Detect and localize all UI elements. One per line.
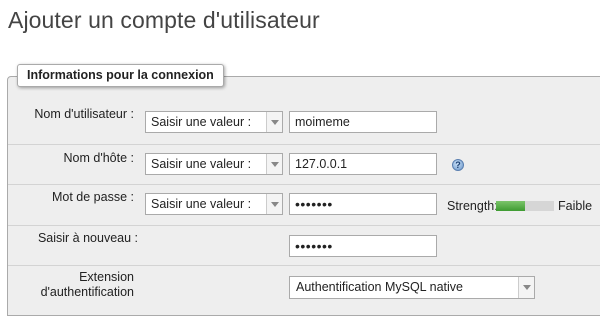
auth-plugin-label-line1: Extension (79, 270, 134, 284)
strength-label: Strength: (447, 199, 498, 213)
hostname-type-select-value: Saisir une valeur : (151, 157, 252, 171)
password-type-select-value: Saisir une valeur : (151, 197, 252, 211)
auth-plugin-label-line2: d'authentification (40, 285, 134, 299)
auth-plugin-select-value: Authentification MySQL native (296, 280, 463, 294)
username-type-select-value: Saisir une valeur : (151, 115, 252, 129)
retype-label: Saisir à nouveau : (37, 231, 138, 245)
strength-value: Faible (558, 199, 593, 213)
chevron-down-icon (266, 112, 282, 132)
username-type-select[interactable]: Saisir une valeur : (145, 111, 283, 133)
auth-plugin-select[interactable]: Authentification MySQL native (289, 276, 535, 299)
password-type-select[interactable]: Saisir une valeur : (145, 193, 283, 215)
hostname-label: Nom d'hôte : (63, 151, 134, 165)
chevron-down-icon (266, 194, 282, 214)
username-label: Nom d'utilisateur : (34, 107, 134, 121)
password-strength-meter (496, 201, 554, 211)
auth-plugin-label: Extension d'authentification (4, 270, 134, 300)
retype-password-input[interactable]: ••••••• (289, 235, 437, 257)
password-strength-fill (496, 201, 525, 211)
password-label: Mot de passe : (52, 190, 134, 204)
page-title: Ajouter un compte d'utilisateur (8, 7, 320, 33)
help-icon[interactable]: ? (452, 159, 464, 171)
chevron-down-icon (266, 154, 282, 174)
hostname-type-select[interactable]: Saisir une valeur : (145, 153, 283, 175)
hostname-input[interactable]: 127.0.0.1 (289, 153, 437, 175)
password-input[interactable]: ••••••• (289, 193, 437, 215)
username-input[interactable]: moimeme (289, 111, 437, 133)
chevron-down-icon (518, 277, 534, 298)
fieldset-legend: Informations pour la connexion (17, 64, 224, 87)
